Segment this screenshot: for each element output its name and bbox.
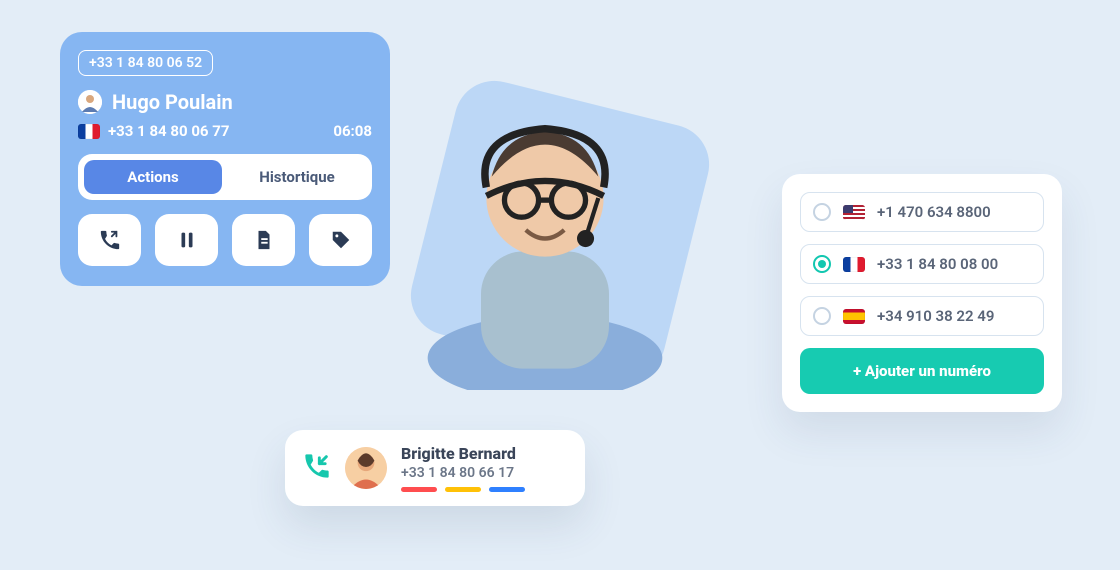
transfer-button[interactable]	[78, 214, 141, 266]
contact-number: +33 1 84 80 66 17	[401, 465, 525, 481]
france-flag-icon	[843, 257, 865, 272]
caller-name: Hugo Poulain	[112, 90, 233, 114]
transfer-icon	[99, 229, 121, 251]
call-timer: 06:08	[333, 122, 372, 140]
notes-button[interactable]	[232, 214, 295, 266]
call-tabs: Actions Histortique	[78, 154, 372, 200]
document-icon	[253, 229, 275, 251]
tag-button[interactable]	[309, 214, 372, 266]
tag-amber	[445, 487, 481, 492]
pause-icon	[176, 229, 198, 251]
caller-number-row: +33 1 84 80 06 77 06:08	[78, 122, 372, 140]
us-flag-icon	[843, 205, 865, 220]
contact-tags	[401, 487, 525, 492]
france-flag-icon	[78, 124, 100, 139]
tag-icon	[330, 229, 352, 251]
tab-history[interactable]: Histortique	[228, 160, 366, 194]
contact-name: Brigitte Bernard	[401, 444, 525, 463]
number-selector-card: +1 470 634 8800 +33 1 84 80 08 00 +34 91…	[782, 174, 1062, 412]
add-number-button[interactable]: + Ajouter un numéro	[800, 348, 1044, 394]
contact-info: Brigitte Bernard +33 1 84 80 66 17	[401, 444, 525, 492]
number-text: +34 910 38 22 49	[877, 307, 994, 325]
active-call-card: +33 1 84 80 06 52 Hugo Poulain +33 1 84 …	[60, 32, 390, 286]
tag-blue	[489, 487, 525, 492]
radio-icon	[813, 203, 831, 221]
caller-number: +33 1 84 80 06 77	[108, 122, 229, 140]
caller-row: Hugo Poulain	[78, 90, 372, 114]
number-option-es[interactable]: +34 910 38 22 49	[800, 296, 1044, 336]
radio-icon	[813, 255, 831, 273]
call-action-row	[78, 214, 372, 266]
contact-avatar	[345, 447, 387, 489]
tag-red	[401, 487, 437, 492]
spain-flag-icon	[843, 309, 865, 324]
number-option-us[interactable]: +1 470 634 8800	[800, 192, 1044, 232]
phone-number-badge: +33 1 84 80 06 52	[78, 50, 213, 76]
agent-illustration	[370, 60, 720, 390]
number-text: +1 470 634 8800	[877, 203, 991, 221]
incoming-call-icon	[303, 452, 331, 484]
tab-actions[interactable]: Actions	[84, 160, 222, 194]
hold-button[interactable]	[155, 214, 218, 266]
caller-avatar	[78, 90, 102, 114]
number-option-fr[interactable]: +33 1 84 80 08 00	[800, 244, 1044, 284]
number-text: +33 1 84 80 08 00	[877, 255, 998, 273]
incoming-contact-card[interactable]: Brigitte Bernard +33 1 84 80 66 17	[285, 430, 585, 506]
radio-icon	[813, 307, 831, 325]
